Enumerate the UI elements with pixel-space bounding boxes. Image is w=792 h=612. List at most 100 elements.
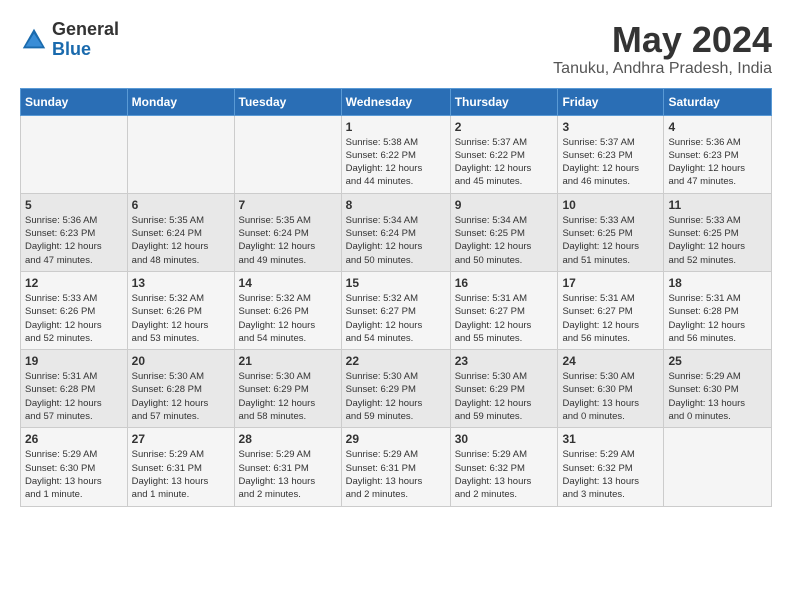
day-info: Sunrise: 5:32 AM Sunset: 6:26 PM Dayligh… bbox=[239, 292, 337, 345]
day-header-wednesday: Wednesday bbox=[341, 88, 450, 115]
calendar-header: SundayMondayTuesdayWednesdayThursdayFrid… bbox=[21, 88, 772, 115]
day-info: Sunrise: 5:29 AM Sunset: 6:32 PM Dayligh… bbox=[562, 448, 659, 501]
day-info: Sunrise: 5:33 AM Sunset: 6:25 PM Dayligh… bbox=[668, 214, 767, 267]
calendar-cell: 6Sunrise: 5:35 AM Sunset: 6:24 PM Daylig… bbox=[127, 193, 234, 271]
calendar-cell bbox=[21, 115, 128, 193]
day-info: Sunrise: 5:37 AM Sunset: 6:22 PM Dayligh… bbox=[455, 136, 554, 189]
day-number: 8 bbox=[346, 198, 446, 212]
logo-icon bbox=[20, 26, 48, 54]
calendar-cell: 20 Sunrise: 5:30 AM Sunset: 6:28 PM Dayli… bbox=[127, 350, 234, 428]
day-number: 13 bbox=[132, 276, 230, 290]
day-info: Sunrise: 5:38 AM Sunset: 6:22 PM Dayligh… bbox=[346, 136, 446, 189]
day-number: 29 bbox=[346, 432, 446, 446]
day-number: 26 bbox=[25, 432, 123, 446]
day-info: Sunrise: 5:31 AM Sunset: 6:27 PM Dayligh… bbox=[562, 292, 659, 345]
day-number: 22 bbox=[346, 354, 446, 368]
day-number: 31 bbox=[562, 432, 659, 446]
day-info: Sunrise: 5:30 AM Sunset: 6:29 PM Dayligh… bbox=[455, 370, 554, 423]
calendar-cell: 18 Sunrise: 5:31 AM Sunset: 6:28 PM Dayli… bbox=[664, 271, 772, 349]
day-info: Sunrise: 5:36 AM Sunset: 6:23 PM Dayligh… bbox=[25, 214, 123, 267]
day-number: 9 bbox=[455, 198, 554, 212]
calendar-cell: 25 Sunrise: 5:29 AM Sunset: 6:30 PM Dayli… bbox=[664, 350, 772, 428]
calendar-cell: 24Sunrise: 5:30 AM Sunset: 6:30 PM Dayli… bbox=[558, 350, 664, 428]
day-number: 5 bbox=[25, 198, 123, 212]
day-info: Sunrise: 5:29 AM Sunset: 6:32 PM Dayligh… bbox=[455, 448, 554, 501]
calendar-cell: 12 Sunrise: 5:33 AM Sunset: 6:26 PM Dayli… bbox=[21, 271, 128, 349]
week-row-3: 12 Sunrise: 5:33 AM Sunset: 6:26 PM Dayli… bbox=[21, 271, 772, 349]
calendar-cell: 5 Sunrise: 5:36 AM Sunset: 6:23 PM Daylig… bbox=[21, 193, 128, 271]
calendar-cell: 27Sunrise: 5:29 AM Sunset: 6:31 PM Dayli… bbox=[127, 428, 234, 506]
calendar-cell: 1Sunrise: 5:38 AM Sunset: 6:22 PM Daylig… bbox=[341, 115, 450, 193]
header-row: SundayMondayTuesdayWednesdayThursdayFrid… bbox=[21, 88, 772, 115]
day-number: 3 bbox=[562, 120, 659, 134]
calendar-cell: 2 Sunrise: 5:37 AM Sunset: 6:22 PM Daylig… bbox=[450, 115, 558, 193]
calendar-cell: 30Sunrise: 5:29 AM Sunset: 6:32 PM Dayli… bbox=[450, 428, 558, 506]
day-header-saturday: Saturday bbox=[664, 88, 772, 115]
day-number: 12 bbox=[25, 276, 123, 290]
location-subtitle: Tanuku, Andhra Pradesh, India bbox=[553, 60, 772, 78]
day-info: Sunrise: 5:35 AM Sunset: 6:24 PM Dayligh… bbox=[132, 214, 230, 267]
logo-text: General Blue bbox=[52, 20, 119, 60]
day-info: Sunrise: 5:32 AM Sunset: 6:27 PM Dayligh… bbox=[346, 292, 446, 345]
calendar-cell: 26 Sunrise: 5:29 AM Sunset: 6:30 PM Dayli… bbox=[21, 428, 128, 506]
calendar-cell bbox=[234, 115, 341, 193]
calendar-cell: 7 Sunrise: 5:35 AM Sunset: 6:24 PM Daylig… bbox=[234, 193, 341, 271]
month-year-title: May 2024 bbox=[553, 20, 772, 60]
calendar-cell: 4Sunrise: 5:36 AM Sunset: 6:23 PM Daylig… bbox=[664, 115, 772, 193]
day-info: Sunrise: 5:34 AM Sunset: 6:25 PM Dayligh… bbox=[455, 214, 554, 267]
calendar-cell: 19 Sunrise: 5:31 AM Sunset: 6:28 PM Dayli… bbox=[21, 350, 128, 428]
day-info: Sunrise: 5:37 AM Sunset: 6:23 PM Dayligh… bbox=[562, 136, 659, 189]
day-info: Sunrise: 5:32 AM Sunset: 6:26 PM Dayligh… bbox=[132, 292, 230, 345]
calendar-cell bbox=[664, 428, 772, 506]
day-info: Sunrise: 5:31 AM Sunset: 6:27 PM Dayligh… bbox=[455, 292, 554, 345]
calendar-body: 1Sunrise: 5:38 AM Sunset: 6:22 PM Daylig… bbox=[21, 115, 772, 506]
calendar-cell: 11Sunrise: 5:33 AM Sunset: 6:25 PM Dayli… bbox=[664, 193, 772, 271]
calendar-cell: 17 Sunrise: 5:31 AM Sunset: 6:27 PM Dayli… bbox=[558, 271, 664, 349]
day-header-monday: Monday bbox=[127, 88, 234, 115]
day-number: 17 bbox=[562, 276, 659, 290]
day-number: 15 bbox=[346, 276, 446, 290]
calendar-cell: 16 Sunrise: 5:31 AM Sunset: 6:27 PM Dayli… bbox=[450, 271, 558, 349]
logo: General Blue bbox=[20, 20, 119, 60]
day-info: Sunrise: 5:33 AM Sunset: 6:26 PM Dayligh… bbox=[25, 292, 123, 345]
calendar-cell: 10Sunrise: 5:33 AM Sunset: 6:25 PM Dayli… bbox=[558, 193, 664, 271]
day-info: Sunrise: 5:29 AM Sunset: 6:31 PM Dayligh… bbox=[346, 448, 446, 501]
day-info: Sunrise: 5:29 AM Sunset: 6:30 PM Dayligh… bbox=[25, 448, 123, 501]
week-row-5: 26 Sunrise: 5:29 AM Sunset: 6:30 PM Dayli… bbox=[21, 428, 772, 506]
title-area: May 2024 Tanuku, Andhra Pradesh, India bbox=[553, 20, 772, 78]
day-info: Sunrise: 5:30 AM Sunset: 6:29 PM Dayligh… bbox=[346, 370, 446, 423]
day-number: 19 bbox=[25, 354, 123, 368]
day-number: 25 bbox=[668, 354, 767, 368]
day-number: 28 bbox=[239, 432, 337, 446]
week-row-4: 19 Sunrise: 5:31 AM Sunset: 6:28 PM Dayli… bbox=[21, 350, 772, 428]
day-header-friday: Friday bbox=[558, 88, 664, 115]
calendar-cell: 29 Sunrise: 5:29 AM Sunset: 6:31 PM Dayli… bbox=[341, 428, 450, 506]
day-info: Sunrise: 5:29 AM Sunset: 6:30 PM Dayligh… bbox=[668, 370, 767, 423]
logo-general: General bbox=[52, 20, 119, 40]
day-number: 7 bbox=[239, 198, 337, 212]
calendar-cell: 28Sunrise: 5:29 AM Sunset: 6:31 PM Dayli… bbox=[234, 428, 341, 506]
day-info: Sunrise: 5:30 AM Sunset: 6:28 PM Dayligh… bbox=[132, 370, 230, 423]
week-row-1: 1Sunrise: 5:38 AM Sunset: 6:22 PM Daylig… bbox=[21, 115, 772, 193]
day-number: 4 bbox=[668, 120, 767, 134]
calendar-cell: 13 Sunrise: 5:32 AM Sunset: 6:26 PM Dayli… bbox=[127, 271, 234, 349]
day-number: 27 bbox=[132, 432, 230, 446]
day-number: 18 bbox=[668, 276, 767, 290]
calendar-cell: 15 Sunrise: 5:32 AM Sunset: 6:27 PM Dayli… bbox=[341, 271, 450, 349]
day-info: Sunrise: 5:31 AM Sunset: 6:28 PM Dayligh… bbox=[25, 370, 123, 423]
calendar-cell: 31 Sunrise: 5:29 AM Sunset: 6:32 PM Dayli… bbox=[558, 428, 664, 506]
day-info: Sunrise: 5:30 AM Sunset: 6:29 PM Dayligh… bbox=[239, 370, 337, 423]
day-number: 16 bbox=[455, 276, 554, 290]
day-info: Sunrise: 5:35 AM Sunset: 6:24 PM Dayligh… bbox=[239, 214, 337, 267]
day-info: Sunrise: 5:33 AM Sunset: 6:25 PM Dayligh… bbox=[562, 214, 659, 267]
week-row-2: 5 Sunrise: 5:36 AM Sunset: 6:23 PM Daylig… bbox=[21, 193, 772, 271]
logo-blue: Blue bbox=[52, 40, 119, 60]
day-header-thursday: Thursday bbox=[450, 88, 558, 115]
calendar-table: SundayMondayTuesdayWednesdayThursdayFrid… bbox=[20, 88, 772, 507]
day-number: 20 bbox=[132, 354, 230, 368]
day-info: Sunrise: 5:31 AM Sunset: 6:28 PM Dayligh… bbox=[668, 292, 767, 345]
calendar-cell: 22 Sunrise: 5:30 AM Sunset: 6:29 PM Dayli… bbox=[341, 350, 450, 428]
day-number: 2 bbox=[455, 120, 554, 134]
calendar-cell: 3 Sunrise: 5:37 AM Sunset: 6:23 PM Daylig… bbox=[558, 115, 664, 193]
day-number: 24 bbox=[562, 354, 659, 368]
